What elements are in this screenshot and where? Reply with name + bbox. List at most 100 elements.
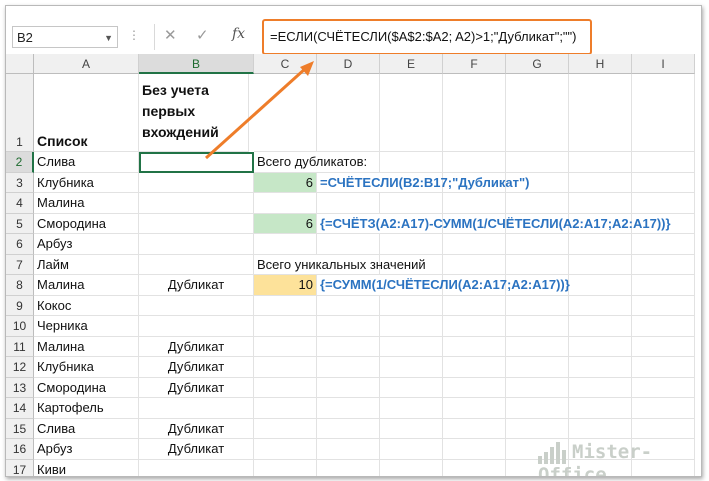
cell-b17[interactable] — [139, 459, 254, 476]
cell-d1[interactable] — [317, 74, 380, 152]
cell-f15[interactable] — [443, 418, 506, 439]
row-header-7[interactable]: 7 — [6, 254, 34, 275]
cell-d11[interactable] — [317, 336, 380, 357]
cell-d6[interactable] — [317, 234, 380, 255]
cell-f4[interactable] — [443, 193, 506, 214]
column-header-a[interactable]: A — [34, 54, 139, 74]
cell-c3[interactable]: 6 — [254, 172, 317, 193]
cancel-icon[interactable]: ✕ — [164, 26, 177, 44]
cell-h9[interactable] — [569, 295, 632, 316]
cell-g14[interactable] — [506, 398, 569, 419]
cell-e9[interactable] — [380, 295, 443, 316]
cell-h13[interactable] — [569, 377, 632, 398]
cell-g15[interactable] — [506, 418, 569, 439]
cell-c16[interactable] — [254, 439, 317, 460]
cell-f2[interactable] — [443, 152, 506, 173]
cell-b11[interactable]: Дубликат — [139, 336, 254, 357]
cell-d8[interactable]: {=СУММ(1/СЧЁТЕСЛИ(A2:A17;A2:A17))} — [317, 275, 570, 296]
row-header-2[interactable]: 2 — [6, 152, 34, 173]
cell-d9[interactable] — [317, 295, 380, 316]
cell-b8[interactable]: Дубликат — [139, 275, 254, 296]
cell-d13[interactable] — [317, 377, 380, 398]
cell-f1[interactable] — [443, 74, 506, 152]
cell-e10[interactable] — [380, 316, 443, 337]
cell-h7[interactable] — [569, 254, 632, 275]
cell-c11[interactable] — [254, 336, 317, 357]
function-icon[interactable]: fx — [232, 26, 245, 42]
cell-f13[interactable] — [443, 377, 506, 398]
cell-c12[interactable] — [254, 357, 317, 378]
row-header-6[interactable]: 6 — [6, 234, 34, 255]
cell-i7[interactable] — [632, 254, 695, 275]
cell-a6[interactable]: Арбуз — [34, 234, 139, 255]
cell-i14[interactable] — [632, 398, 695, 419]
cell-h1[interactable] — [569, 74, 632, 152]
row-header-10[interactable]: 10 — [6, 316, 34, 337]
cell-f11[interactable] — [443, 336, 506, 357]
cell-h15[interactable] — [569, 418, 632, 439]
cell-a8[interactable]: Малина — [34, 275, 139, 296]
cell-e17[interactable] — [380, 459, 443, 476]
cell-b13[interactable]: Дубликат — [139, 377, 254, 398]
cell-a2[interactable]: Слива — [34, 152, 139, 173]
cell-i12[interactable] — [632, 357, 695, 378]
cell-a10[interactable]: Черника — [34, 316, 139, 337]
cell-a17[interactable]: Киви — [34, 459, 139, 476]
cell-g2[interactable] — [506, 152, 569, 173]
cell-a15[interactable]: Слива — [34, 418, 139, 439]
cell-a9[interactable]: Кокос — [34, 295, 139, 316]
cell-i4[interactable] — [632, 193, 695, 214]
cell-i2[interactable] — [632, 152, 695, 173]
cell-e15[interactable] — [380, 418, 443, 439]
cell-g10[interactable] — [506, 316, 569, 337]
cell-a3[interactable]: Клубника — [34, 172, 139, 193]
cell-f16[interactable] — [443, 439, 506, 460]
column-header-f[interactable]: F — [443, 54, 506, 74]
cell-g9[interactable] — [506, 295, 569, 316]
cell-f10[interactable] — [443, 316, 506, 337]
cell-c4[interactable] — [254, 193, 317, 214]
row-header-17[interactable]: 17 — [6, 459, 34, 476]
cell-e13[interactable] — [380, 377, 443, 398]
cell-i15[interactable] — [632, 418, 695, 439]
cell-c10[interactable] — [254, 316, 317, 337]
cell-d10[interactable] — [317, 316, 380, 337]
cell-h12[interactable] — [569, 357, 632, 378]
row-header-3[interactable]: 3 — [6, 172, 34, 193]
row-header-9[interactable]: 9 — [6, 295, 34, 316]
column-header-c[interactable]: C — [254, 54, 317, 74]
cell-h14[interactable] — [569, 398, 632, 419]
cell-b14[interactable] — [139, 398, 254, 419]
cell-c15[interactable] — [254, 418, 317, 439]
cell-c7[interactable]: Всего уникальных значений — [254, 255, 426, 275]
cell-h6[interactable] — [569, 234, 632, 255]
cell-f9[interactable] — [443, 295, 506, 316]
cell-b9[interactable] — [139, 295, 254, 316]
cell-b5[interactable] — [139, 213, 254, 234]
cell-h4[interactable] — [569, 193, 632, 214]
cell-b3[interactable] — [139, 172, 254, 193]
cell-i8[interactable] — [632, 275, 695, 296]
cell-f17[interactable] — [443, 459, 506, 476]
cell-d5[interactable]: {=СЧЁТЗ(A2:A17)-СУММ(1/СЧЁТЕСЛИ(A2:A17;A… — [317, 214, 671, 234]
cell-h2[interactable] — [569, 152, 632, 173]
cell-c17[interactable] — [254, 459, 317, 476]
cell-a16[interactable]: Арбуз — [34, 439, 139, 460]
cell-c6[interactable] — [254, 234, 317, 255]
cell-c9[interactable] — [254, 295, 317, 316]
cell-d4[interactable] — [317, 193, 380, 214]
cell-i13[interactable] — [632, 377, 695, 398]
dropdown-icon[interactable]: ▼ — [104, 27, 113, 49]
cell-h11[interactable] — [569, 336, 632, 357]
cell-f7[interactable] — [443, 254, 506, 275]
cell-a1[interactable]: Список — [34, 74, 139, 152]
cell-a14[interactable]: Картофель — [34, 398, 139, 419]
cell-d16[interactable] — [317, 439, 380, 460]
formula-input-highlight[interactable]: =ЕСЛИ(СЧЁТЕСЛИ($A$2:$A2; A2)>1;"Дубликат… — [262, 19, 592, 55]
cell-c5[interactable]: 6 — [254, 213, 317, 234]
cell-e2[interactable] — [380, 152, 443, 173]
row-header-14[interactable]: 14 — [6, 398, 34, 419]
row-header-5[interactable]: 5 — [6, 213, 34, 234]
cell-g1[interactable] — [506, 74, 569, 152]
cell-e12[interactable] — [380, 357, 443, 378]
